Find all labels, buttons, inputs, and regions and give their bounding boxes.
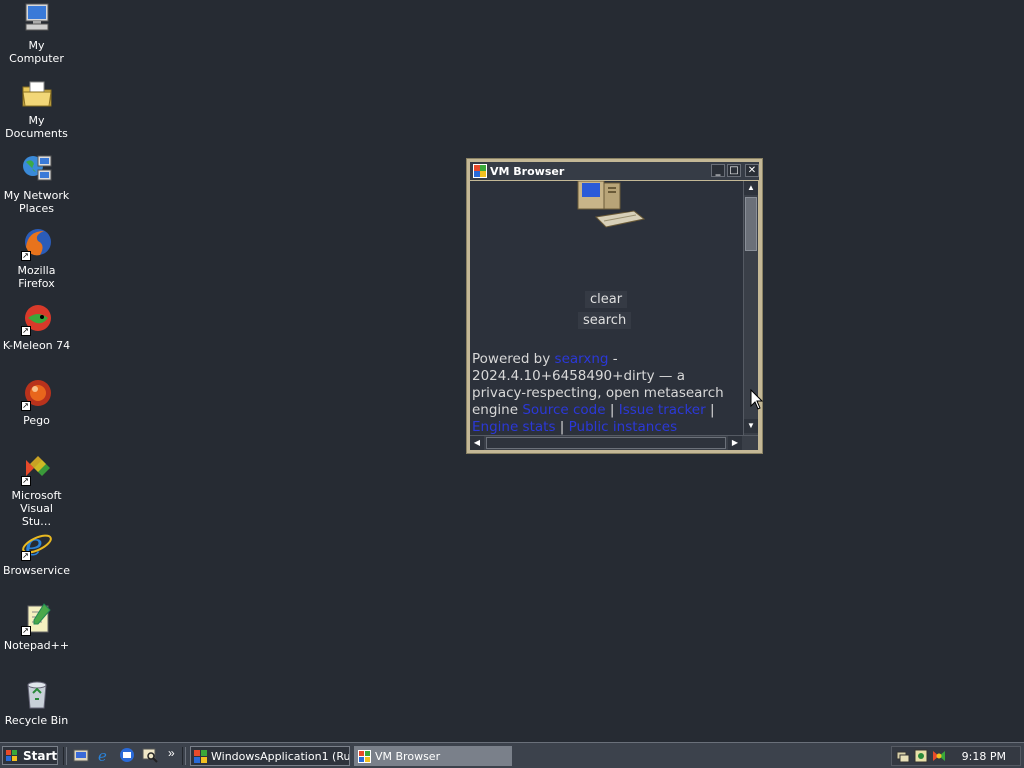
desktop-icon-visual-studio[interactable]: ↗ Microsoft Visual Stu… [0, 452, 73, 528]
shortcut-arrow-icon: ↗ [20, 401, 31, 411]
shortcut-arrow-icon: ↗ [20, 551, 31, 561]
scroll-left-arrow-icon[interactable]: ◀ [470, 436, 484, 450]
taskbar-clock[interactable]: 9:18 PM [962, 750, 1006, 763]
source-code-link[interactable]: Source code [522, 402, 605, 418]
desktop-icon-label: My Computer [9, 39, 64, 65]
desktop-icon-browservice[interactable]: e ↗ Browservice [0, 527, 73, 577]
dash-text: - [608, 351, 618, 367]
windowsapplication-icon [194, 750, 207, 763]
taskbar-button-windowsapplication1[interactable]: WindowsApplication1 (Ru... [190, 746, 350, 766]
vm-browser-window: VM Browser _ □ ✕ clear search Powered by… [466, 158, 763, 454]
engine-stats-link[interactable]: Engine stats [472, 419, 556, 435]
firefox-icon: ↗ [20, 227, 54, 261]
desktop-icon-label: Pego [23, 414, 50, 427]
my-computer-icon [20, 2, 54, 36]
desktop-icon-my-network-places[interactable]: My Network Places [0, 152, 73, 215]
horizontal-scroll-thumb[interactable] [486, 437, 726, 449]
notepad-plus-plus-icon: ↗ [20, 602, 54, 636]
searxng-logo-computer-icon [574, 181, 646, 233]
taskbar: Start e » WindowsApplication1 (Ru... VM … [0, 742, 1024, 768]
minimize-button[interactable]: _ [711, 164, 725, 177]
shortcut-arrow-icon: ↗ [20, 626, 31, 636]
desktop-icon-label: Notepad++ [3, 639, 70, 652]
taskbar-divider [63, 747, 67, 765]
desktop-icon-label: Mozilla Firefox [17, 264, 56, 290]
taskbar-button-label: VM Browser [375, 750, 441, 763]
searxng-link[interactable]: searxng [555, 351, 609, 367]
shortcut-arrow-icon: ↗ [20, 326, 31, 336]
windows-tray-icon[interactable] [932, 749, 946, 763]
desktop-icon-label: Microsoft Visual Stu… [11, 489, 62, 528]
search-button[interactable]: search [578, 312, 632, 329]
mouse-cursor-icon [750, 388, 764, 411]
svg-text:e: e [98, 747, 107, 763]
windows-flag-icon [6, 750, 18, 762]
quicklaunch-chevron[interactable]: » [168, 746, 175, 760]
desktop-icon-label: K-Meleon 74 [2, 339, 71, 352]
desktop-icon-my-computer[interactable]: My Computer [0, 2, 73, 65]
network-places-icon [20, 152, 54, 186]
link-separator: | [559, 419, 565, 435]
desktop-icon-pego[interactable]: ↗ Pego [0, 377, 73, 427]
page-footer: Powered by searxng - 2024.4.10+6458490+d… [472, 351, 742, 435]
desktop-icon-k-meleon[interactable]: ↗ K-Meleon 74 [0, 302, 73, 352]
desktop-icon-notepad-plus-plus[interactable]: ↗ Notepad++ [0, 602, 73, 652]
powered-by-text: Powered by [472, 351, 551, 367]
vm-browser-icon [358, 750, 371, 763]
system-tray: 9:18 PM [891, 746, 1021, 766]
desktop-icon-label: Browservice [3, 564, 70, 577]
desktop-icon-label: My Network Places [3, 189, 70, 215]
my-documents-icon [20, 77, 54, 111]
shortcut-arrow-icon: ↗ [20, 251, 31, 261]
clear-button[interactable]: clear [585, 291, 628, 308]
outlook-express-icon[interactable] [119, 747, 135, 763]
desktop-icon-label: My Documents [5, 114, 68, 140]
start-label: Start [23, 749, 58, 763]
window-app-icon [473, 164, 487, 178]
security-tray-icon[interactable] [914, 749, 928, 763]
taskbar-button-vm-browser[interactable]: VM Browser [354, 746, 512, 766]
k-meleon-icon: ↗ [20, 302, 54, 336]
window-title: VM Browser [490, 165, 565, 178]
browser-viewport[interactable]: clear search Powered by searxng - 2024.4… [470, 181, 743, 435]
scroll-up-arrow-icon[interactable]: ▲ [744, 181, 758, 195]
visual-studio-icon: ↗ [20, 452, 54, 486]
taskbar-divider [182, 747, 186, 765]
network-tray-icon[interactable] [896, 749, 910, 763]
start-button[interactable]: Start [2, 746, 58, 765]
maximize-button[interactable]: □ [727, 164, 741, 177]
close-button[interactable]: ✕ [745, 164, 759, 177]
scroll-down-arrow-icon[interactable]: ▼ [744, 419, 758, 433]
shortcut-arrow-icon: ↗ [20, 476, 31, 486]
show-desktop-icon[interactable] [73, 747, 89, 763]
link-separator: | [609, 402, 615, 418]
desktop-icon-mozilla-firefox[interactable]: ↗ Mozilla Firefox [0, 227, 73, 290]
issue-tracker-link[interactable]: Issue tracker [619, 402, 706, 418]
pego-icon: ↗ [20, 377, 54, 411]
desktop-icon-label: Recycle Bin [4, 714, 69, 727]
desktop-icon-recycle-bin[interactable]: Recycle Bin [0, 677, 73, 727]
desktop-icon-my-documents[interactable]: My Documents [0, 77, 73, 140]
scroll-right-arrow-icon[interactable]: ▶ [728, 436, 742, 450]
window-titlebar[interactable]: VM Browser _ □ ✕ [470, 162, 759, 180]
recycle-bin-icon [20, 677, 54, 711]
taskbar-button-label: WindowsApplication1 (Ru... [211, 750, 350, 763]
public-instances-link[interactable]: Public instances [569, 419, 677, 435]
horizontal-scrollbar[interactable]: ◀ ▶ [470, 435, 758, 450]
internet-explorer-icon: e ↗ [20, 527, 54, 563]
search-quicklaunch-icon[interactable] [142, 747, 158, 763]
link-separator: | [709, 402, 715, 418]
vertical-scroll-thumb[interactable] [745, 197, 757, 251]
internet-explorer-quicklaunch-icon[interactable]: e [96, 747, 112, 765]
